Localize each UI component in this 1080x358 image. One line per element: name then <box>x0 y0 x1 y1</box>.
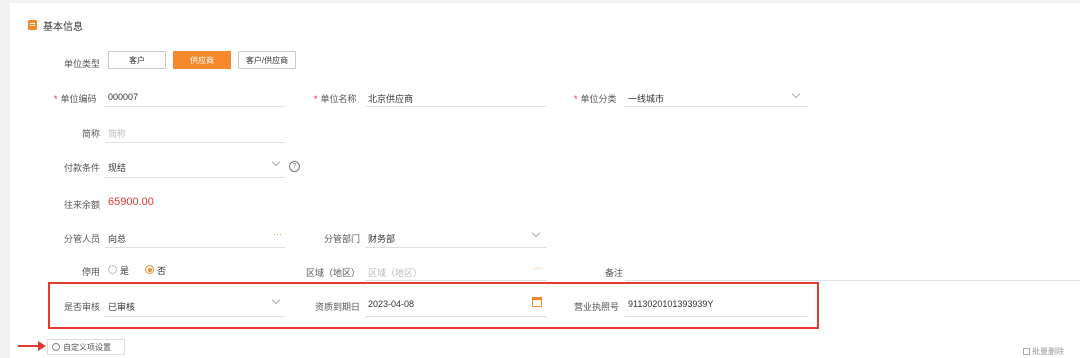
unit-name-underline <box>365 106 547 107</box>
manager-input[interactable]: 向总 <box>108 232 126 245</box>
unit-category-select[interactable]: 一线城市 <box>628 92 664 105</box>
disabled-no-radio[interactable] <box>145 265 154 274</box>
audited-select[interactable]: 已审核 <box>108 300 135 313</box>
unit-name-label: * 单位名称 <box>314 94 357 104</box>
calendar-icon[interactable] <box>532 297 542 307</box>
unit-type-supplier-option[interactable]: 供应商 <box>173 51 231 69</box>
payment-terms-underline <box>105 177 285 178</box>
help-icon[interactable]: ? <box>289 161 300 172</box>
region-label: 区域（地区） <box>306 268 361 278</box>
region-input[interactable]: 区域（地区） <box>368 266 422 279</box>
more-icon[interactable]: ··· <box>273 229 282 239</box>
disabled-label: 停用 <box>82 267 101 277</box>
custom-fields-label: 自定义项设置 <box>63 342 111 352</box>
audited-label: 是否审核 <box>64 302 101 312</box>
unit-code-input[interactable]: 000007 <box>108 92 138 102</box>
department-label: 分管部门 <box>324 234 361 244</box>
annotation-arrow-line <box>18 345 40 347</box>
unit-type-customer-option[interactable]: 客户 <box>108 51 166 69</box>
manager-underline <box>105 247 285 248</box>
department-select[interactable]: 财务部 <box>368 232 395 245</box>
document-icon <box>28 20 37 30</box>
unit-code-underline <box>105 106 285 107</box>
audited-underline <box>105 316 285 317</box>
unit-category-underline <box>625 106 807 107</box>
balance-label: 往来余额 <box>64 200 101 210</box>
qualification-expiry-underline <box>365 316 547 317</box>
unit-name-input[interactable]: 北京供应商 <box>368 92 413 105</box>
disabled-yes-label[interactable]: 是 <box>120 264 129 277</box>
custom-fields-button[interactable]: 自定义项设置 <box>47 339 125 355</box>
license-no-input[interactable]: 9113020101393939Y <box>628 299 713 309</box>
payment-terms-select[interactable]: 现结 <box>108 161 126 174</box>
remark-label: 备注 <box>605 268 624 278</box>
bulk-delete-button[interactable]: 批量删除 <box>1023 346 1064 357</box>
bulk-delete-label: 批量删除 <box>1032 347 1064 356</box>
unit-code-label: * 单位编码 <box>54 94 97 104</box>
gear-icon <box>52 343 60 351</box>
license-no-underline <box>625 316 807 317</box>
qualification-expiry-label: 资质到期日 <box>315 302 361 312</box>
department-underline <box>365 247 547 248</box>
qualification-expiry-input[interactable]: 2023-04-08 <box>368 299 414 309</box>
section-title: 基本信息 <box>43 22 83 33</box>
region-underline <box>365 280 547 281</box>
disabled-no-label[interactable]: 否 <box>157 264 166 277</box>
annotation-arrow-icon <box>38 341 46 351</box>
manager-label: 分管人员 <box>64 234 101 244</box>
remark-underline <box>625 280 1080 281</box>
balance-value: 65900.00 <box>108 196 154 208</box>
unit-category-label: * 单位分类 <box>574 94 617 104</box>
short-name-input[interactable]: 简称 <box>108 127 126 140</box>
disabled-yes-radio[interactable] <box>108 265 117 274</box>
unit-type-label: 单位类型 <box>64 59 101 69</box>
more-icon[interactable]: ··· <box>533 263 542 273</box>
trash-icon <box>1023 348 1030 355</box>
license-no-label: 营业执照号 <box>574 302 620 312</box>
payment-terms-label: 付款条件 <box>64 163 101 173</box>
short-name-label: 简称 <box>82 129 101 139</box>
unit-type-both-option[interactable]: 客户/供应商 <box>238 51 296 69</box>
short-name-underline <box>105 142 285 143</box>
